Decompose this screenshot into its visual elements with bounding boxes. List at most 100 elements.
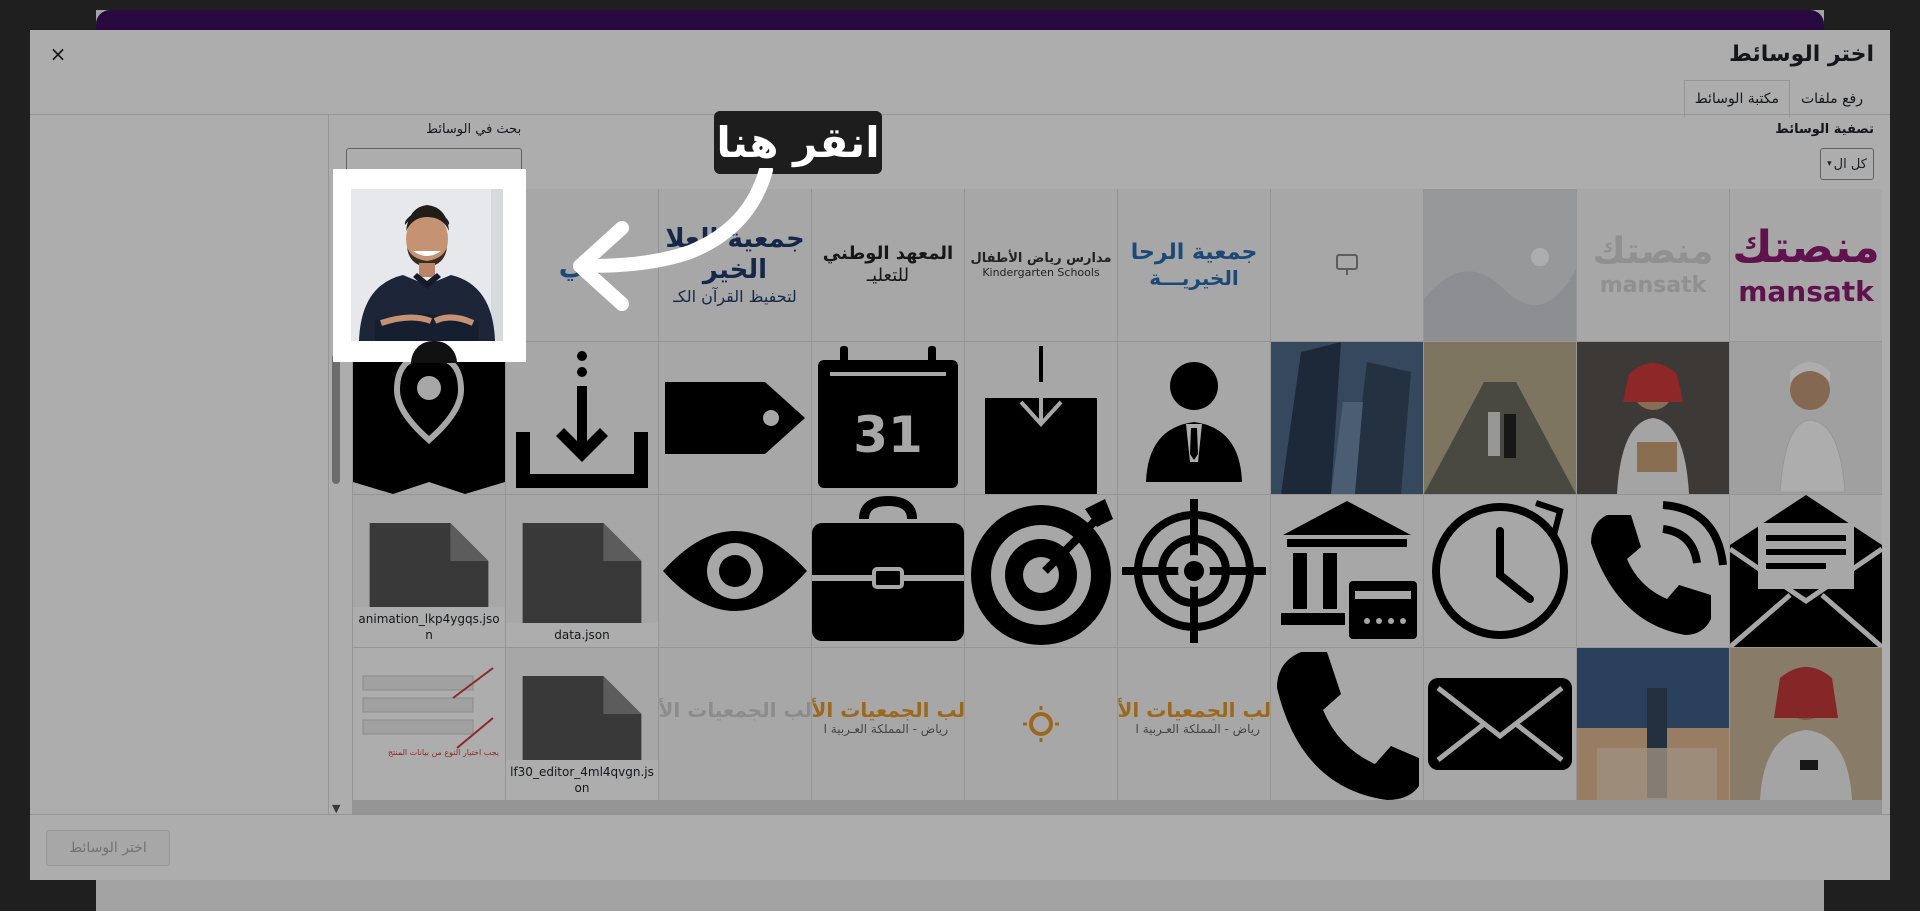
logo-text: الب الجمعيات الأه bbox=[659, 698, 811, 722]
attachment-item[interactable] bbox=[506, 342, 658, 494]
logo-subtext: لتحفيظ القرآن الكـ bbox=[673, 286, 797, 306]
attachment-item[interactable]: منصتك mansatk bbox=[1730, 189, 1882, 341]
attachment-item[interactable] bbox=[1118, 342, 1270, 494]
logo-subtext: mansatk bbox=[1599, 273, 1707, 299]
image-placeholder-icon bbox=[1424, 189, 1576, 341]
logo-subtext: الخيريـــة bbox=[1149, 266, 1239, 291]
photo-city-skyline bbox=[1577, 648, 1729, 800]
map-pin-peek bbox=[411, 341, 457, 363]
businessman-photo bbox=[351, 189, 503, 341]
logo-text: جمعية العلا الخير bbox=[665, 224, 805, 286]
attachment-item[interactable] bbox=[1730, 495, 1882, 647]
attachment-item[interactable] bbox=[1577, 648, 1729, 800]
attachment-item[interactable]: يجب اختيار النوع من بيانات المنتج bbox=[353, 648, 505, 800]
logo-subtext: رياض - المملكة العـربية ا bbox=[823, 722, 949, 736]
photo-man-thumbsup bbox=[1730, 342, 1882, 494]
attachment-item[interactable]: lf30_editor_4ml4qvgn.json bbox=[506, 648, 658, 800]
filter-select-value: كل ال bbox=[1833, 156, 1867, 172]
attachment-filename: data.json bbox=[506, 622, 658, 647]
download-icon bbox=[516, 351, 648, 488]
close-button[interactable]: × bbox=[48, 42, 68, 66]
header-divider bbox=[30, 114, 1890, 115]
attachment-item[interactable] bbox=[1577, 342, 1729, 494]
attachment-filename: lf30_editor_4ml4qvgn.json bbox=[506, 759, 658, 800]
attachment-item[interactable]: جمعية العلا الخير لتحفيظ القرآن الكـ bbox=[659, 189, 811, 341]
attachment-item[interactable] bbox=[965, 495, 1117, 647]
search-label: بحث في الوسائط bbox=[426, 122, 522, 137]
attachment-item[interactable] bbox=[965, 342, 1117, 494]
tag-icon bbox=[665, 382, 805, 454]
media-modal: × اختر الوسائط رفع ملفات مكتبة الوسائط ت… bbox=[30, 30, 1890, 880]
logo-text: في bbox=[558, 248, 606, 282]
chevron-down-icon: ▾ bbox=[1827, 159, 1832, 169]
attachment-item[interactable]: في bbox=[506, 189, 658, 341]
select-media-button[interactable]: اختر الوسائط bbox=[46, 830, 170, 866]
mail-open-icon bbox=[1730, 495, 1882, 647]
attachment-item[interactable]: الب الجمعيات الأ رياض - المملكة العـربية… bbox=[1118, 648, 1270, 800]
screenshot-caption: يجب اختيار النوع من بيانات المنتج bbox=[387, 748, 499, 757]
attachment-item[interactable]: 31 bbox=[812, 342, 964, 494]
download-box-icon bbox=[985, 346, 1097, 494]
businessman-icon bbox=[1146, 362, 1242, 482]
tour-spotlight[interactable] bbox=[333, 169, 526, 363]
tour-tooltip: انقر هنا bbox=[714, 111, 882, 174]
logo-text: الب الجمعيات الأه bbox=[812, 698, 964, 722]
sidebar-divider bbox=[328, 115, 329, 815]
photo-couple-walking bbox=[1424, 342, 1576, 494]
media-tabs: رفع ملفات مكتبة الوسائط bbox=[1683, 80, 1874, 118]
sun-icon bbox=[1023, 706, 1059, 742]
logo-subtext: mansatk bbox=[1738, 274, 1874, 308]
attachment-item[interactable]: الب الجمعيات الأه رياض - المملكة العـربي… bbox=[812, 648, 964, 800]
photo-businessman-thumbnail[interactable] bbox=[351, 189, 503, 341]
attachment-item[interactable] bbox=[1730, 648, 1882, 800]
attachment-item[interactable] bbox=[1424, 648, 1576, 800]
logo-text: منصتك bbox=[1592, 231, 1714, 273]
map-pin-icon bbox=[353, 350, 505, 494]
scrollbar-thumb[interactable] bbox=[332, 354, 340, 484]
attachment-item[interactable] bbox=[965, 648, 1117, 800]
media-grid: منصتك mansatk منصتك mansatk جمعية الرحا … bbox=[352, 189, 1882, 815]
attachment-item[interactable] bbox=[659, 342, 811, 494]
svg-text:31: 31 bbox=[853, 406, 923, 464]
phone-call-icon bbox=[1591, 501, 1727, 635]
attachment-item[interactable] bbox=[353, 342, 505, 494]
clock-icon bbox=[1432, 500, 1568, 639]
attachment-item[interactable] bbox=[1271, 342, 1423, 494]
attachment-item[interactable]: جمعية الرحا الخيريـــة bbox=[1118, 189, 1270, 341]
attachment-item[interactable] bbox=[812, 495, 964, 647]
attachment-item[interactable] bbox=[1271, 648, 1423, 800]
logo-subtext: Kindergarten Schools bbox=[982, 266, 1100, 280]
screenshot-thumb bbox=[362, 667, 494, 749]
screen-icon bbox=[1336, 254, 1358, 275]
attachment-item[interactable] bbox=[1271, 189, 1423, 341]
attachment-filename: animation_lkp4ygqs.json bbox=[353, 606, 505, 647]
attachment-item[interactable]: الب الجمعيات الأه bbox=[659, 648, 811, 800]
attachment-item[interactable] bbox=[1424, 342, 1576, 494]
logo-text: مدارس رياض الأطفال bbox=[970, 250, 1112, 266]
attachment-item[interactable]: data.json bbox=[506, 495, 658, 647]
calendar-icon: 31 bbox=[818, 346, 958, 488]
attachment-item[interactable] bbox=[1730, 342, 1882, 494]
attachment-item[interactable]: animation_lkp4ygqs.json bbox=[353, 495, 505, 647]
modal-footer: اختر الوسائط bbox=[30, 814, 1890, 880]
tab-library[interactable]: مكتبة الوسائط bbox=[1683, 80, 1790, 118]
bank-card-icon bbox=[1281, 501, 1421, 643]
tab-upload[interactable]: رفع ملفات bbox=[1790, 80, 1874, 118]
attachment-item[interactable]: مدارس رياض الأطفال Kindergarten Schools bbox=[965, 189, 1117, 341]
logo-subtext: رياض - المملكة العـربية ا bbox=[1135, 722, 1260, 736]
logo-text: المعهد الوطني bbox=[822, 243, 954, 265]
photo-skyscrapers bbox=[1271, 342, 1423, 494]
attachment-item[interactable]: منصتك mansatk bbox=[1577, 189, 1729, 341]
logo-text: الب الجمعيات الأ bbox=[1118, 698, 1270, 722]
attachment-item[interactable]: المعهد الوطني للتعليـ bbox=[812, 189, 964, 341]
modal-title: اختر الوسائط bbox=[1728, 42, 1874, 67]
phone-icon bbox=[1277, 652, 1419, 800]
attachment-item[interactable] bbox=[1424, 495, 1576, 647]
attachment-item[interactable] bbox=[1424, 189, 1576, 341]
attachment-item[interactable] bbox=[1577, 495, 1729, 647]
attachment-item[interactable] bbox=[1118, 495, 1270, 647]
filter-select[interactable]: كل ال ▾ bbox=[1820, 148, 1874, 180]
attachment-item[interactable] bbox=[659, 495, 811, 647]
attachment-item[interactable] bbox=[1271, 495, 1423, 647]
photo-man-phone bbox=[1730, 648, 1882, 800]
